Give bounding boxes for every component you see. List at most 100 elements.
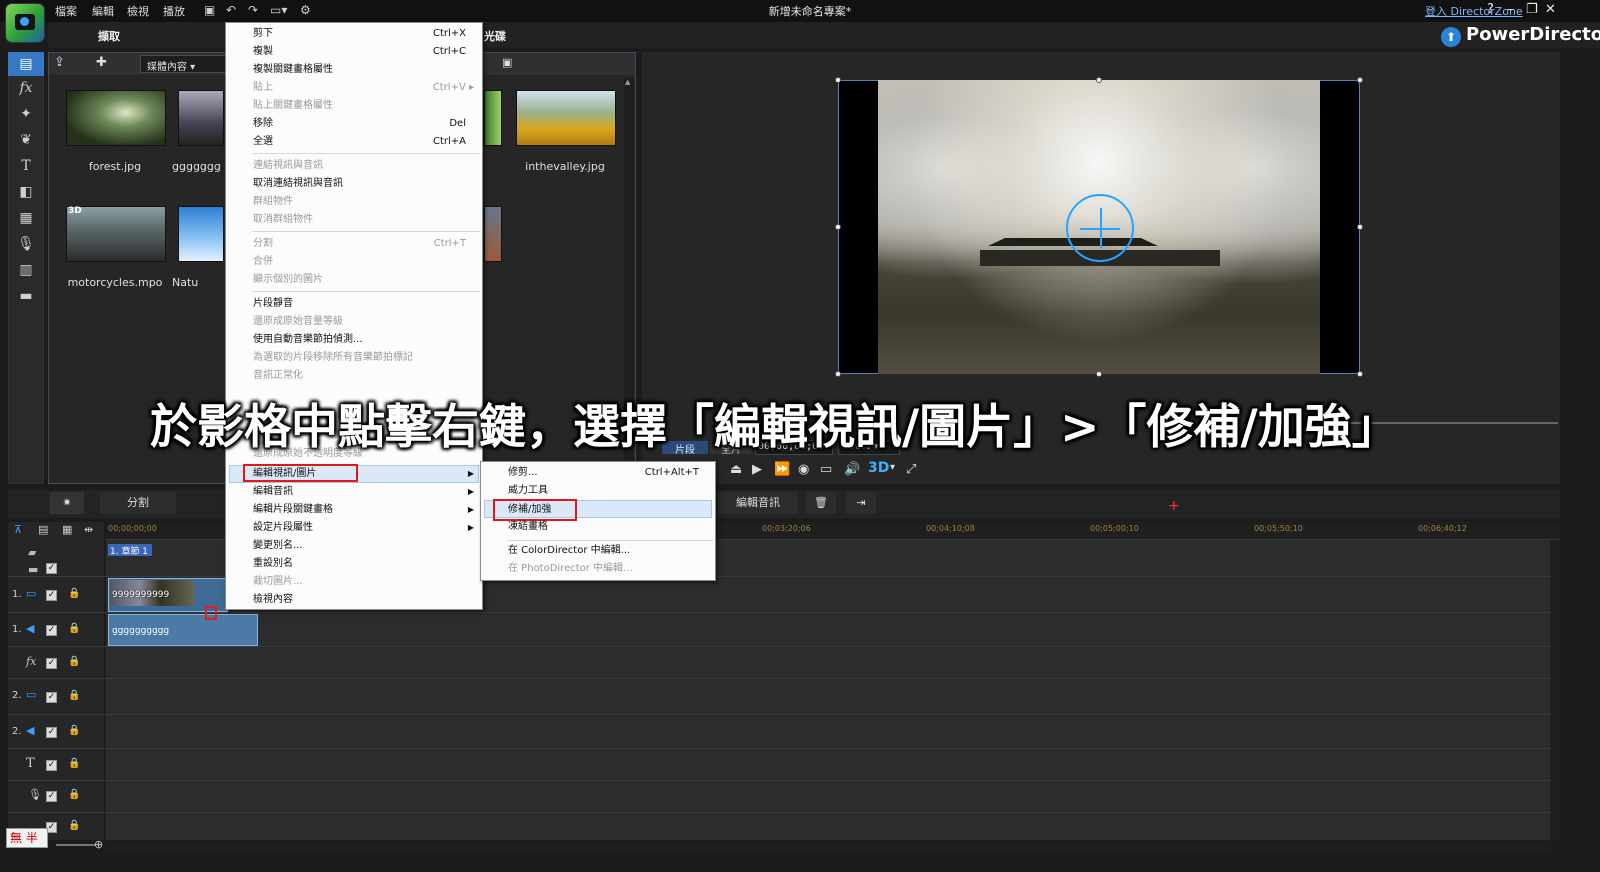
- track-enable-checkbox[interactable]: ✓: [46, 658, 57, 669]
- track-enable-checkbox[interactable]: ✓: [46, 791, 57, 802]
- voice-over-icon[interactable]: 🎙: [8, 232, 44, 256]
- track-enable-checkbox[interactable]: ✓: [46, 760, 57, 771]
- chevron-down-icon[interactable]: ▾: [890, 462, 895, 473]
- menu-item-paste-keyframe-attributes[interactable]: 貼上關鍵畫格屬性: [253, 97, 333, 115]
- resize-handle[interactable]: [835, 371, 841, 377]
- subtitle-room-icon[interactable]: ▬: [8, 284, 44, 308]
- help-button[interactable]: ?: [1487, 2, 1494, 17]
- library-item-thumb[interactable]: [178, 206, 224, 262]
- menu-item-beat-detection[interactable]: 使用自動音樂節拍偵測...: [253, 331, 363, 349]
- track-enable-checkbox[interactable]: ✓: [46, 625, 57, 636]
- tab-burn[interactable]: 光碟: [484, 28, 506, 44]
- menu-item-fix-enhance[interactable]: 修補/加強: [508, 501, 551, 519]
- close-button[interactable]: ✕: [1545, 2, 1556, 17]
- timeline-view-icon[interactable]: ⊼: [14, 523, 22, 536]
- save-icon[interactable]: ▣: [204, 3, 215, 17]
- split-button[interactable]: 分割: [100, 492, 176, 514]
- menu-item-edit-audio[interactable]: 編輯音訊: [253, 483, 293, 501]
- menu-item-power-tools[interactable]: 威力工具: [508, 482, 548, 500]
- menu-item-edit-keyframes[interactable]: 編輯片段關鍵畫格: [253, 501, 333, 519]
- menu-item-edit-in-photodirector[interactable]: 在 PhotoDirector 中編輯...: [508, 560, 633, 578]
- restore-button[interactable]: ❐: [1526, 2, 1538, 17]
- pip-room-icon[interactable]: ✦: [8, 102, 44, 126]
- audio-mixing-room-icon[interactable]: ▦: [8, 206, 44, 230]
- plugin-icon[interactable]: ✚: [96, 55, 107, 70]
- menu-item-restore-volume[interactable]: 還原成原始音量等級: [253, 313, 343, 331]
- menu-item-unlink-video-audio[interactable]: 取消連結視訊與音訊: [253, 175, 343, 193]
- menu-item-link-video-audio[interactable]: 連結視訊與音訊: [253, 157, 323, 175]
- trash-icon[interactable]: 🗑: [806, 492, 836, 514]
- resize-handle[interactable]: [835, 77, 841, 83]
- aspect-ratio-icon[interactable]: ▭▾: [270, 3, 287, 17]
- lock-icon[interactable]: 🔒: [68, 690, 80, 701]
- lock-icon[interactable]: 🔒: [68, 789, 80, 800]
- insert-icon[interactable]: ⇥: [846, 492, 876, 514]
- menu-item-change-alias[interactable]: 變更別名...: [253, 537, 303, 555]
- fit-timeline-icon[interactable]: ⇹: [84, 523, 93, 536]
- menu-item-copy[interactable]: 複製: [253, 43, 273, 61]
- undo-icon[interactable]: ↶: [226, 3, 236, 17]
- resize-handle[interactable]: [1357, 224, 1363, 230]
- lock-icon[interactable]: 🔒: [68, 588, 80, 599]
- snapshot-icon[interactable]: ◉: [798, 462, 809, 477]
- zoom-in-icon[interactable]: ⊕: [94, 838, 103, 851]
- track-manager-icon[interactable]: ▦: [62, 523, 72, 536]
- timeline-zoom-slider[interactable]: [56, 844, 96, 846]
- menu-play[interactable]: 播放: [163, 3, 185, 19]
- library-item-thumb[interactable]: [178, 90, 224, 146]
- menu-item-show-individual-images[interactable]: 顯示個別的圖片: [253, 271, 323, 289]
- menu-item-remove-beat-markers[interactable]: 為選取的片段移除所有音樂節拍標記: [253, 349, 413, 367]
- track-enable-checkbox[interactable]: ✓: [46, 563, 57, 574]
- resize-handle[interactable]: [1096, 371, 1102, 377]
- menu-item-mute-clip[interactable]: 片段靜音: [253, 295, 293, 313]
- library-item-thumb[interactable]: [484, 206, 502, 262]
- menu-item-trim[interactable]: 修剪...: [508, 464, 538, 482]
- redo-icon[interactable]: ↷: [248, 3, 258, 17]
- 3d-mode-button[interactable]: 3D: [868, 460, 889, 476]
- resize-handle[interactable]: [1357, 371, 1363, 377]
- track-enable-checkbox[interactable]: ✓: [46, 692, 57, 703]
- chapter-marker[interactable]: 1. 章節 1: [108, 544, 152, 557]
- menu-item-select-all[interactable]: 全選: [253, 133, 273, 151]
- play-icon[interactable]: ▶: [752, 462, 762, 477]
- view-toggle-icon[interactable]: ▣: [502, 56, 512, 69]
- lock-icon[interactable]: 🔒: [68, 623, 80, 634]
- library-item-thumb[interactable]: [66, 90, 166, 146]
- timeline-horizontal-scrollbar[interactable]: [106, 842, 1550, 852]
- upgrade-icon[interactable]: ⬆: [1441, 27, 1461, 47]
- menu-item-view-properties[interactable]: 檢視內容: [253, 591, 293, 609]
- menu-item-edit-in-colordirector[interactable]: 在 ColorDirector 中編輯...: [508, 542, 630, 560]
- storyboard-view-icon[interactable]: ▤: [38, 523, 48, 536]
- lock-icon[interactable]: 🔒: [68, 725, 80, 736]
- resize-handle[interactable]: [1357, 77, 1363, 83]
- effect-room-icon[interactable]: fx: [8, 76, 44, 100]
- media-content-dropdown[interactable]: 媒體內容 ▾: [140, 55, 230, 73]
- undock-icon[interactable]: ⤢: [906, 462, 916, 477]
- menu-item-reset-alias[interactable]: 重設別名: [253, 555, 293, 573]
- menu-item-split[interactable]: 分割: [253, 235, 273, 253]
- menu-item-freeze-frame[interactable]: 凍結畫格: [508, 518, 548, 536]
- chapter-room-icon[interactable]: ▥: [8, 258, 44, 282]
- menu-item-paste[interactable]: 貼上: [253, 79, 273, 97]
- library-item-thumb[interactable]: [484, 90, 502, 146]
- menu-file[interactable]: 檔案: [55, 3, 77, 19]
- resize-handle[interactable]: [835, 224, 841, 230]
- menu-edit[interactable]: 編輯: [92, 3, 114, 19]
- magic-tools-button[interactable]: ✷: [50, 492, 84, 514]
- menu-item-crop-image[interactable]: 裁切圖片...: [253, 573, 303, 591]
- media-room-icon[interactable]: ▤: [8, 52, 44, 76]
- move-crosshair-icon[interactable]: [1066, 194, 1134, 262]
- library-item-thumb[interactable]: [516, 90, 616, 146]
- resize-handle[interactable]: [1096, 77, 1102, 83]
- transition-room-icon[interactable]: ◧: [8, 180, 44, 204]
- track-enable-checkbox[interactable]: ✓: [46, 590, 57, 601]
- minimize-button[interactable]: –: [1507, 2, 1514, 17]
- menu-item-clip-attributes[interactable]: 設定片段屬性: [253, 519, 313, 537]
- menu-item-cut[interactable]: 剪下: [253, 25, 273, 43]
- settings-icon[interactable]: ⚙: [300, 3, 311, 17]
- menu-item-edit-video-image[interactable]: 編輯視訊/圖片: [253, 465, 316, 483]
- track-enable-checkbox[interactable]: ✓: [46, 727, 57, 738]
- menu-item-normalize-audio[interactable]: 音訊正常化: [253, 367, 303, 385]
- menu-view[interactable]: 檢視: [127, 3, 149, 19]
- mark-in-icon[interactable]: ⏏: [730, 462, 742, 477]
